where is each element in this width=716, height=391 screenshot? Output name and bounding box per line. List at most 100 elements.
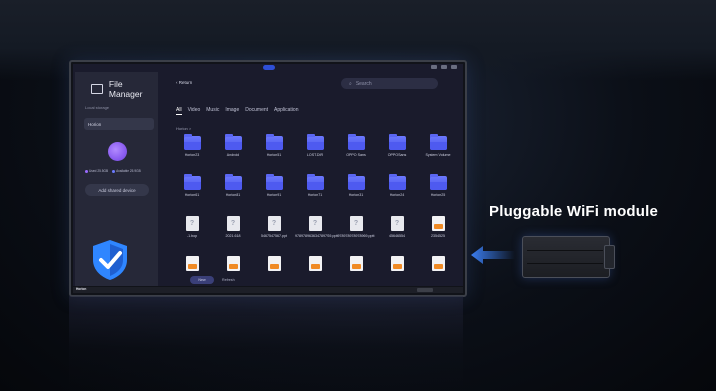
tab-music[interactable]: Music xyxy=(206,107,219,115)
feature-label: Pluggable WiFi module xyxy=(489,203,659,220)
category-tabs: All Video Music Image Document Applicati… xyxy=(176,107,299,115)
file-name: Horion71 xyxy=(307,193,323,197)
shield-icon xyxy=(93,240,127,280)
file-name: Horion23 xyxy=(184,153,200,157)
folder-icon xyxy=(347,134,365,150)
folder-item[interactable]: Horion25 xyxy=(418,174,458,210)
sidebar: File Manager Local storage Horion Used 2… xyxy=(75,72,158,286)
power-button[interactable] xyxy=(417,288,433,292)
file-name: 2354525 xyxy=(431,234,445,238)
main-panel: ‹ Return ⌕ Search All Video Music Image … xyxy=(166,72,461,286)
folder-icon xyxy=(388,134,406,150)
sidebar-item-horion[interactable]: Horion xyxy=(84,118,154,130)
tab-video[interactable]: Video xyxy=(188,107,201,115)
file-item[interactable]: ? 978978978978969.pptt xyxy=(336,216,376,250)
ppt-file-icon xyxy=(431,256,445,271)
floor-reflection xyxy=(69,296,463,391)
folder-item[interactable]: System Volume xyxy=(418,134,458,170)
file-name: 9789789636347897S9.pptt xyxy=(295,234,339,238)
file-name: 2021.618 xyxy=(225,234,241,238)
available-legend: Available 25.9GB xyxy=(112,169,141,173)
folder-item[interactable]: Horion24 xyxy=(377,174,417,210)
file-name: Horion51 xyxy=(266,153,282,157)
file-item[interactable] xyxy=(213,256,253,278)
return-button[interactable]: ‹ Return xyxy=(176,80,192,85)
tab-image[interactable]: Image xyxy=(225,107,239,115)
bezel-brand: Horion xyxy=(76,287,87,291)
folder-item[interactable]: Horion31 xyxy=(336,174,376,210)
breadcrumb[interactable]: Horion > xyxy=(176,126,191,131)
window-controls xyxy=(431,65,457,69)
folder-item[interactable]: Horion81 xyxy=(213,174,253,210)
file-name: Horion25 xyxy=(430,193,446,197)
folder-item[interactable]: Horion51 xyxy=(254,134,294,170)
file-item[interactable] xyxy=(295,256,335,278)
file-item[interactable] xyxy=(418,256,458,278)
bottom-actions: New Refresh xyxy=(190,276,235,284)
new-button[interactable]: New xyxy=(190,276,214,284)
file-name: 978978978978969.pptt xyxy=(337,234,375,238)
close-icon[interactable] xyxy=(451,65,457,69)
minimize-icon[interactable] xyxy=(431,65,437,69)
local-storage-label: Local storage xyxy=(85,105,110,110)
file-item[interactable]: ? 5467547567.ppt xyxy=(254,216,294,250)
ppt-file-icon xyxy=(226,256,240,271)
folder-item[interactable]: Horion71 xyxy=(295,174,335,210)
file-name: -1.bop xyxy=(186,234,198,238)
wifi-module-connector xyxy=(604,245,615,269)
file-item[interactable] xyxy=(172,256,212,278)
folder-icon xyxy=(224,134,242,150)
unknown-file-icon: ? xyxy=(226,216,240,231)
maximize-icon[interactable] xyxy=(441,65,447,69)
file-item[interactable]: ? 9789789636347897S9.pptt xyxy=(295,216,339,250)
unknown-file-icon: ? xyxy=(308,216,322,231)
folder-icon xyxy=(183,174,201,190)
screen: File Manager Local storage Horion Used 2… xyxy=(73,64,463,286)
window-top-bar xyxy=(73,64,463,72)
file-item[interactable]: 2354525 xyxy=(418,216,458,250)
folder-item[interactable]: Horion91 xyxy=(254,174,294,210)
file-name: Android xyxy=(226,153,240,157)
file-name: 5467547567.ppt xyxy=(261,234,287,238)
folder-item[interactable]: LOST.DIR xyxy=(295,134,335,170)
tab-document[interactable]: Document xyxy=(245,107,268,115)
file-name: Horion24 xyxy=(389,193,405,197)
folder-icon xyxy=(224,174,242,190)
folder-item[interactable]: Android xyxy=(213,134,253,170)
file-item[interactable]: ? -1.bop xyxy=(172,216,212,250)
file-item[interactable] xyxy=(336,256,376,278)
file-item[interactable] xyxy=(377,256,417,278)
arrow-left-icon xyxy=(471,246,515,264)
add-shared-device-button[interactable]: Add shared device xyxy=(85,184,149,196)
file-item[interactable]: ? 45646554 xyxy=(377,216,417,250)
file-name: 45646554 xyxy=(389,234,405,238)
folder-item[interactable]: Horion61 xyxy=(172,174,212,210)
file-item[interactable]: ? 2021.618 xyxy=(213,216,253,250)
module-slot xyxy=(527,250,603,251)
file-grid: Horion23 Android Horion51 LOST.DIR OPPO Sans… xyxy=(172,134,458,278)
folder-item[interactable]: Horion23 xyxy=(172,134,212,170)
file-name: Horion61 xyxy=(184,193,200,197)
display-monitor: File Manager Local storage Horion Used 2… xyxy=(69,60,467,297)
unknown-file-icon: ? xyxy=(267,216,281,231)
camera-indicator xyxy=(263,65,275,70)
tab-application[interactable]: Application xyxy=(274,107,298,115)
storage-usage-legend: Used 25.5GB Available 25.9GB xyxy=(85,169,141,173)
folder-item[interactable]: OPPO Sans xyxy=(336,134,376,170)
file-item[interactable] xyxy=(254,256,294,278)
folder-icon xyxy=(429,134,447,150)
folder-icon xyxy=(388,174,406,190)
ppt-file-icon xyxy=(390,256,404,271)
device-name: Horion xyxy=(88,121,102,127)
tab-all[interactable]: All xyxy=(176,107,182,115)
folder-icon xyxy=(265,134,283,150)
file-name: System Volume xyxy=(425,153,451,157)
search-input[interactable]: ⌕ Search xyxy=(341,78,438,89)
file-name: Horion31 xyxy=(348,193,364,197)
refresh-button[interactable]: Refresh xyxy=(222,276,235,284)
app-title-text: File Manager xyxy=(108,79,143,99)
folder-item[interactable]: OPPOSans xyxy=(377,134,417,170)
wifi-module-image xyxy=(522,236,610,278)
ppt-file-icon xyxy=(431,216,445,231)
unknown-file-icon: ? xyxy=(349,216,363,231)
